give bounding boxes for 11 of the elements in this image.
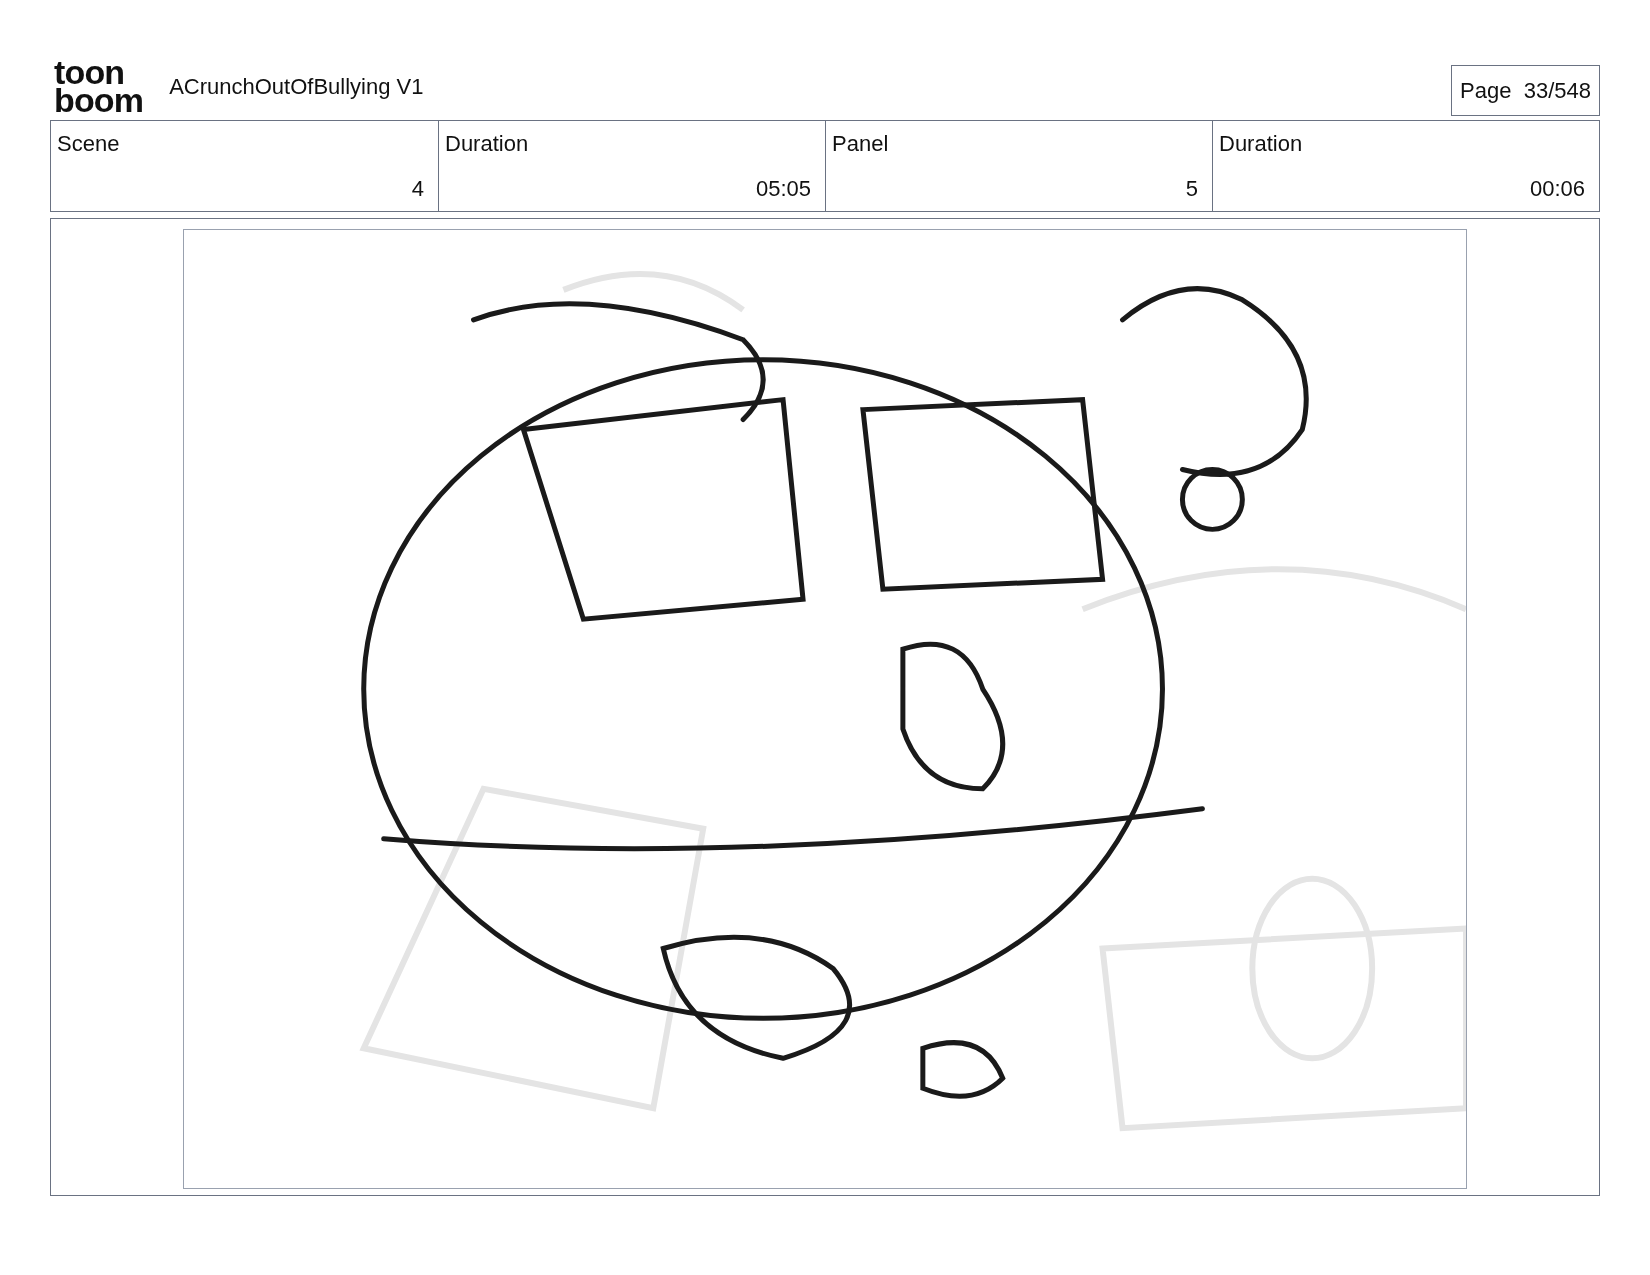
field-value: 5	[1185, 175, 1198, 203]
project-title: ACrunchOutOfBullying V1	[169, 72, 424, 101]
field-value: 05:05	[755, 175, 811, 203]
page-number: Page 33/548	[1451, 64, 1600, 116]
field-label: Scene	[57, 130, 120, 158]
field-label: Panel	[832, 130, 889, 158]
field-label: Duration	[445, 130, 529, 158]
field-value: 4	[411, 175, 424, 203]
logo: toon boom	[53, 58, 145, 114]
field-value: 00:06	[1529, 175, 1585, 203]
field-label: Duration	[1219, 130, 1303, 158]
